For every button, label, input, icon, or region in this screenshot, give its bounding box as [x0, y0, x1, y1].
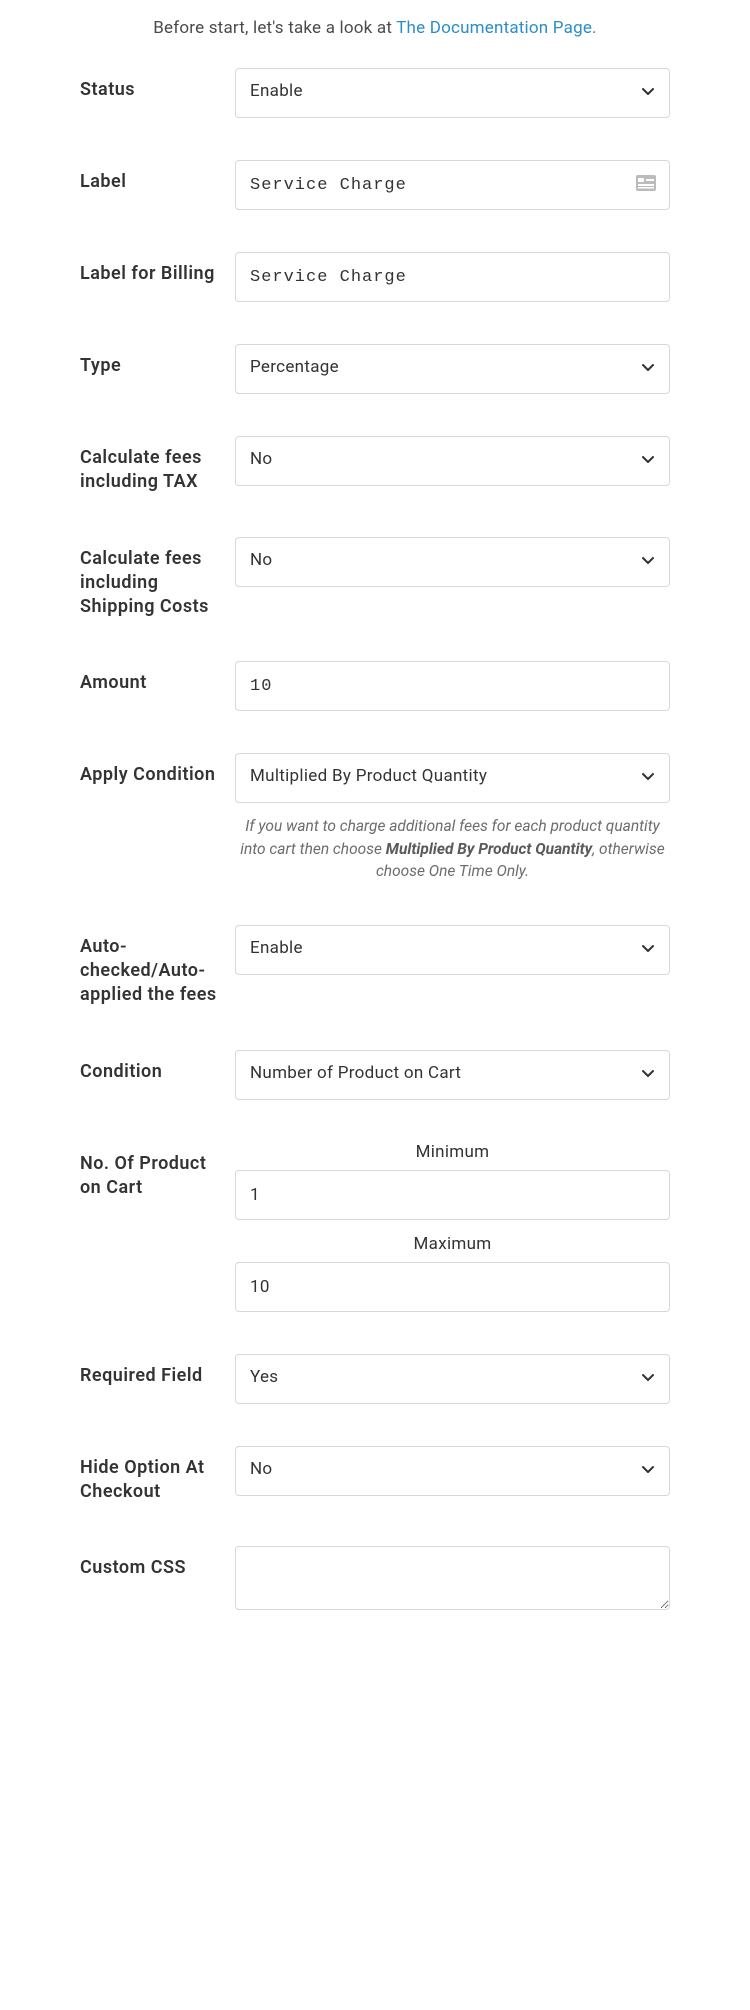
type-select[interactable]: Percentage — [235, 344, 670, 394]
maximum-sublabel: Maximum — [235, 1234, 670, 1254]
label-label: Label — [80, 160, 235, 194]
custom-css-textarea[interactable] — [235, 1546, 670, 1610]
calc-tax-label: Calculate fees including TAX — [80, 436, 235, 495]
condition-label: Condition — [80, 1050, 235, 1084]
minimum-sublabel: Minimum — [235, 1142, 670, 1162]
helper-bold: Multiplied By Product Quantity — [386, 840, 592, 858]
required-field-label: Required Field — [80, 1354, 235, 1388]
calc-shipping-select[interactable]: No — [235, 537, 670, 587]
form-container: Status Enable Label Label for Billing — [0, 48, 750, 1634]
intro-text: Before start, let's take a look at The D… — [0, 0, 750, 48]
label-billing-label: Label for Billing — [80, 252, 235, 286]
apply-condition-helper: If you want to charge additional fees fo… — [235, 815, 670, 882]
minimum-input[interactable] — [235, 1170, 670, 1220]
product-cart-label: No. Of Product on Cart — [80, 1142, 235, 1201]
apply-condition-select[interactable]: Multiplied By Product Quantity — [235, 753, 670, 803]
hide-checkout-select[interactable]: No — [235, 1446, 670, 1496]
label-billing-input[interactable] — [235, 252, 670, 302]
hide-checkout-label: Hide Option At Checkout — [80, 1446, 235, 1505]
type-label: Type — [80, 344, 235, 378]
condition-select[interactable]: Number of Product on Cart — [235, 1050, 670, 1100]
documentation-link[interactable]: The Documentation Page. — [396, 18, 597, 38]
amount-input[interactable] — [235, 661, 670, 711]
apply-condition-label: Apply Condition — [80, 753, 235, 787]
intro-prefix: Before start, let's take a look at — [153, 18, 396, 38]
calc-tax-select[interactable]: No — [235, 436, 670, 486]
auto-applied-label: Auto-checked/Auto-applied the fees — [80, 925, 235, 1008]
required-field-select[interactable]: Yes — [235, 1354, 670, 1404]
status-select[interactable]: Enable — [235, 68, 670, 118]
custom-css-label: Custom CSS — [80, 1546, 235, 1580]
amount-label: Amount — [80, 661, 235, 695]
label-input[interactable] — [235, 160, 670, 210]
calc-shipping-label: Calculate fees including Shipping Costs — [80, 537, 235, 620]
status-label: Status — [80, 68, 235, 102]
auto-applied-select[interactable]: Enable — [235, 925, 670, 975]
maximum-input[interactable] — [235, 1262, 670, 1312]
